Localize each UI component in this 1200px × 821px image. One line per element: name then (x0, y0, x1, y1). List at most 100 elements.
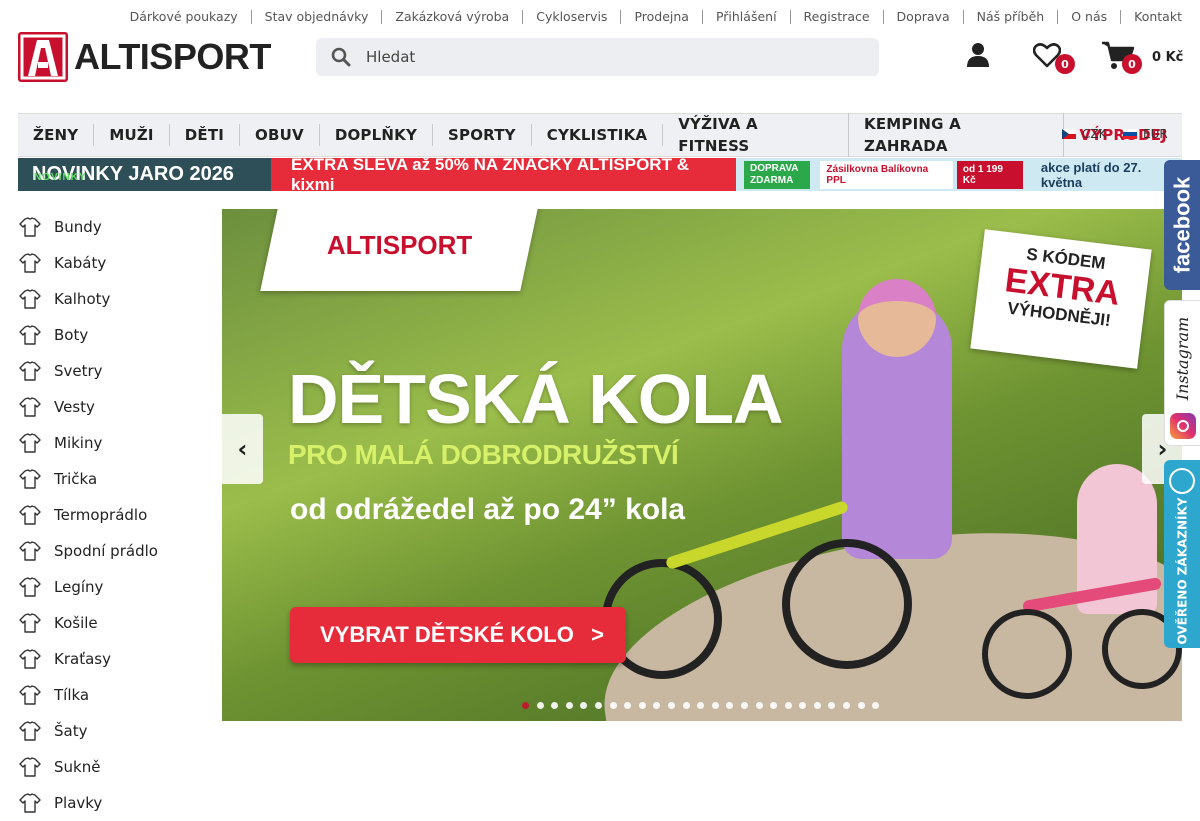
top-link[interactable]: Kontakt (1120, 10, 1182, 24)
site-logo[interactable]: ALTISPORT (18, 32, 271, 82)
account-icon[interactable] (966, 42, 990, 72)
top-link[interactable]: Prodejna (620, 10, 702, 24)
wishlist-count-badge: 0 (1055, 54, 1075, 74)
sidebar-item[interactable]: Šaty (18, 713, 208, 749)
carousel-dot[interactable] (522, 702, 529, 709)
verified-customers-tab[interactable]: OVĚŘENO ZÁKAZNÍKY (1164, 460, 1200, 648)
carousel-dot[interactable] (784, 702, 792, 709)
top-link[interactable]: Cykloservis (522, 10, 620, 24)
nav-item[interactable]: CYKLISTIKA (532, 124, 664, 146)
carousel-dot[interactable] (813, 702, 821, 709)
carousel-prev-button[interactable]: ‹ (222, 414, 263, 484)
instagram-tab[interactable]: Instagram (1164, 300, 1200, 446)
search-icon[interactable] (316, 47, 366, 67)
carousel-dot[interactable] (551, 702, 559, 709)
nav-item[interactable]: DĚTI (170, 124, 241, 146)
top-link[interactable]: Náš příběh (962, 10, 1058, 24)
sidebar-item[interactable]: Trička (18, 461, 208, 497)
facebook-tab[interactable]: facebook (1164, 160, 1200, 290)
sidebar-item[interactable]: Mikiny (18, 425, 208, 461)
promo-strip[interactable]: NOVINKY JARO 2026 NOVINKY EXTRA SLEVA až… (18, 158, 1182, 191)
promo-novinky[interactable]: NOVINKY JARO 2026 NOVINKY (18, 158, 271, 191)
top-link[interactable]: Doprava (882, 10, 963, 24)
sidebar-item[interactable]: Kalhoty (18, 281, 208, 317)
dress-icon (18, 719, 42, 743)
carousel-dot[interactable] (799, 702, 807, 709)
top-link[interactable]: Stav objednávky (250, 10, 382, 24)
sidebar-item-label: Košile (54, 614, 98, 632)
category-sidebar: Bundy Kabáty Kalhoty Boty Svetry Vesty Mikiny T… (18, 209, 208, 821)
nav-item[interactable]: DOPLŇKY (320, 124, 434, 146)
sidebar-item[interactable]: Termoprádlo (18, 497, 208, 533)
banner-cta-button[interactable]: VYBRAT DĚTSKÉ KOLO > (290, 607, 626, 663)
search-input[interactable] (366, 48, 846, 66)
sidebar-item[interactable]: Tílka (18, 677, 208, 713)
carousel-dot[interactable] (580, 702, 588, 709)
carousel-dot[interactable] (536, 702, 544, 709)
sidebar-item[interactable]: Spodní prádlo (18, 533, 208, 569)
top-link[interactable]: Registrace (789, 10, 883, 24)
promo-extra-sleva[interactable]: EXTRA SLEVA až 50% NA ZNAČKY ALTISPORT &… (271, 158, 736, 191)
carousel-dot[interactable] (624, 702, 632, 709)
nav-item[interactable]: KEMPING A ZAHRADA (849, 113, 1065, 157)
hero-banner[interactable]: ALTISPORT S KÓDEM EXTRA VÝHODNĚJI! DĚTSK… (222, 209, 1182, 721)
carousel-dot[interactable] (872, 702, 880, 709)
nav-item[interactable]: MUŽI (94, 124, 170, 146)
slovak-flag-icon (1123, 129, 1137, 139)
promo-novinky-overlay: NOVINKY (34, 172, 87, 183)
logo-text: ALTISPORT (74, 36, 271, 77)
jacket-icon (18, 215, 42, 239)
top-link[interactable]: Dárkové poukazy (117, 10, 251, 24)
shirt-icon (18, 611, 42, 635)
top-link[interactable]: Přihlášení (701, 10, 790, 24)
carousel-dot[interactable] (609, 702, 617, 709)
sidebar-item[interactable]: Legíny (18, 569, 208, 605)
sidebar-item[interactable]: Vesty (18, 389, 208, 425)
sidebar-item[interactable]: Boty (18, 317, 208, 353)
wishlist-button[interactable]: 0 (1032, 42, 1083, 78)
currency-eur[interactable]: EUR (1123, 127, 1168, 141)
banner-subheadline: PRO MALÁ DOBRODRUŽSTVÍ (288, 439, 679, 470)
nav-item[interactable]: SPORTY (433, 124, 532, 146)
carousel-dot[interactable] (843, 702, 851, 709)
carousel-dot[interactable] (594, 702, 602, 709)
sidebar-item[interactable]: Sukně (18, 749, 208, 785)
sidebar-item[interactable]: Plavky (18, 785, 208, 821)
carousel-dot[interactable] (682, 702, 690, 709)
carousel-dot[interactable] (740, 702, 748, 709)
cart-count-badge: 0 (1122, 54, 1142, 74)
nav-item[interactable]: OBUV (240, 124, 320, 146)
vest-icon (18, 395, 42, 419)
carousel-dot[interactable] (653, 702, 661, 709)
carousel-dot[interactable] (755, 702, 763, 709)
carousel-dot[interactable] (711, 702, 719, 709)
carousel-dot[interactable] (638, 702, 646, 709)
nav-item[interactable]: ŽENY (18, 124, 95, 146)
sidebar-item[interactable]: Kraťasy (18, 641, 208, 677)
sidebar-item-label: Bundy (54, 218, 102, 236)
carousel-dot[interactable] (857, 702, 865, 709)
carousel-dot[interactable] (828, 702, 836, 709)
carousel-dots (522, 702, 887, 709)
carousel-dot[interactable] (726, 702, 734, 709)
underwear-icon (18, 539, 42, 563)
sidebar-item[interactable]: Bundy (18, 209, 208, 245)
banner-logo: ALTISPORT (260, 209, 540, 291)
carousel-dot[interactable] (697, 702, 705, 709)
sidebar-item[interactable]: Košile (18, 605, 208, 641)
sidebar-item[interactable]: Svetry (18, 353, 208, 389)
sidebar-item[interactable]: Kabáty (18, 245, 208, 281)
chevron-right-icon: > (591, 622, 604, 647)
cart-button[interactable]: 0 (1101, 40, 1151, 76)
cart-total[interactable]: 0 Kč (1152, 50, 1183, 65)
top-link[interactable]: Zakázková výroba (381, 10, 522, 24)
currency-czk[interactable]: CZK (1062, 127, 1106, 141)
top-link[interactable]: O nás (1057, 10, 1120, 24)
carousel-dot[interactable] (770, 702, 778, 709)
pants-icon (18, 287, 42, 311)
carousel-dot[interactable] (565, 702, 573, 709)
promo-doprava[interactable]: DOPRAVA ZDARMA Zásilkovna Balíkovna PPL … (736, 158, 1182, 191)
carousel-dot[interactable] (667, 702, 675, 709)
nav-item[interactable]: VÝŽIVA A FITNESS (663, 113, 850, 157)
coat-icon (18, 251, 42, 275)
